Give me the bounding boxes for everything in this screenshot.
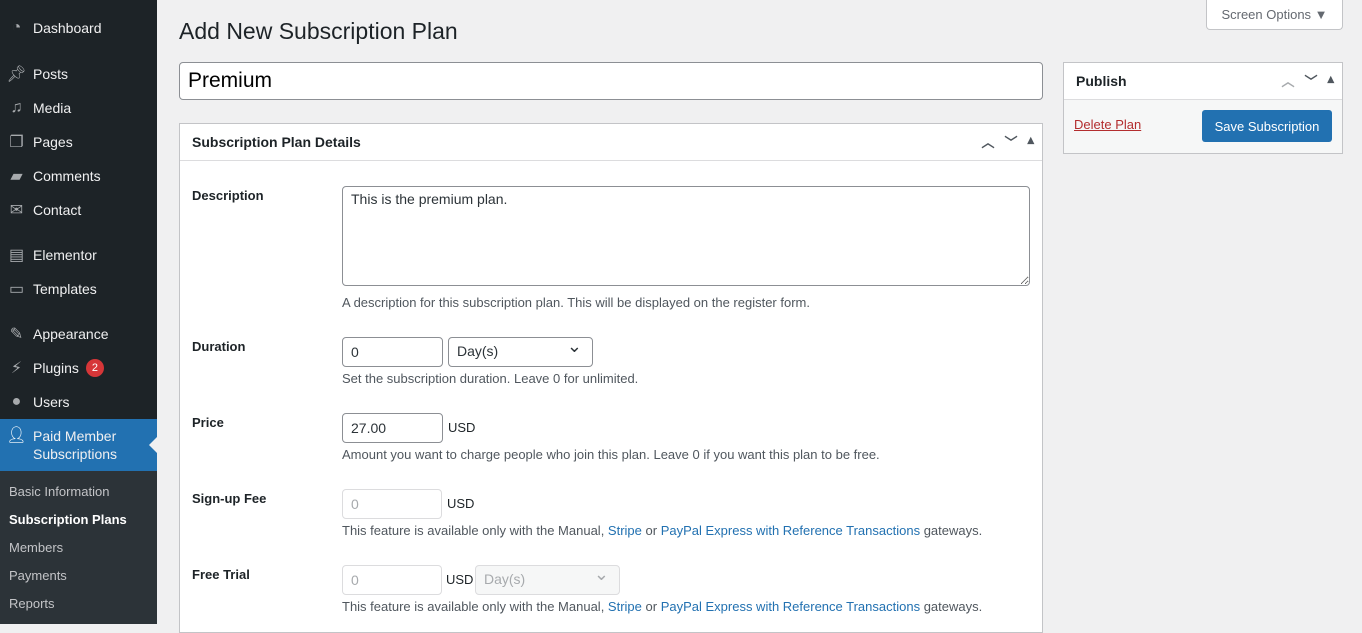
subscription-plan-details-box: Subscription Plan Details ︿ ﹀ ▴ Descriptio… (179, 123, 1043, 633)
publish-header: Publish ︿ ﹀ ▴ (1064, 63, 1342, 100)
user-icon: ● (11, 393, 22, 410)
menu-posts[interactable]: 📌︎ Posts (0, 57, 157, 91)
publish-box: Publish ︿ ﹀ ▴ Delete Plan Save Subscriptio… (1063, 62, 1343, 154)
menu-pages[interactable]: ❐ Pages (0, 125, 157, 159)
free-trial-help: This feature is available only with the … (342, 599, 983, 614)
dashboard-icon: ◔ (11, 19, 22, 36)
submenu-subscription-plans[interactable]: Subscription Plans (9, 512, 127, 527)
stripe-link[interactable]: Stripe (608, 599, 642, 614)
collapse-toggle-icon[interactable]: ▴ (1327, 71, 1334, 90)
pin-icon: 📌︎ (6, 66, 27, 83)
paypal-express-link[interactable]: PayPal Express with Reference Transactio… (661, 523, 920, 538)
collapse-toggle-icon[interactable]: ▴ (1027, 132, 1034, 151)
duration-help: Set the subscription duration. Leave 0 f… (342, 371, 639, 386)
menu-contact[interactable]: ✉ Contact (0, 193, 157, 227)
signup-fee-currency: USD (447, 496, 475, 511)
move-up-icon[interactable]: ︿ (1281, 71, 1294, 90)
duration-input[interactable] (342, 337, 443, 367)
update-count-badge: 2 (85, 359, 104, 377)
plan-title-input[interactable] (179, 62, 1043, 100)
pages-icon: ❐ (9, 134, 24, 151)
description-textarea[interactable]: This is the premium plan. (342, 186, 1030, 286)
signup-fee-label: Sign-up Fee (192, 491, 267, 506)
price-label: Price (192, 415, 224, 430)
mail-icon: ✉ (9, 202, 24, 219)
admin-sidebar: ◔ Dashboard 📌︎ Posts ♫ Media ❐ Pages ▰ Commen… (0, 0, 157, 624)
menu-appearance[interactable]: ✎ Appearance (0, 317, 157, 351)
free-trial-input[interactable] (342, 565, 442, 595)
menu-users[interactable]: ● Users (0, 385, 157, 419)
save-subscription-button[interactable]: Save Subscription (1202, 110, 1332, 142)
submenu: Basic Information Subscription Plans Mem… (0, 471, 157, 624)
page-title: Add New Subscription Plan (179, 18, 458, 44)
stripe-link[interactable]: Stripe (608, 523, 642, 538)
paypal-express-link[interactable]: PayPal Express with Reference Transactio… (661, 599, 920, 614)
submenu-basic-information[interactable]: Basic Information (9, 484, 109, 499)
submenu-reports[interactable]: Reports (9, 596, 55, 611)
current-menu-arrow (141, 437, 157, 453)
free-trial-unit-select[interactable]: Day(s) (475, 564, 620, 595)
screen-options-button[interactable]: Screen Options ▼ (1206, 0, 1343, 30)
folder-icon: ▭ (8, 281, 25, 298)
duration-unit-select[interactable]: Day(s) (448, 336, 593, 367)
submenu-payments[interactable]: Payments (9, 568, 67, 583)
box-header: Subscription Plan Details ︿ ﹀ ▴ (180, 124, 1042, 161)
comment-icon: ▰ (10, 168, 23, 185)
brush-icon: ✎ (9, 326, 24, 343)
media-icon: ♫ (10, 99, 23, 116)
price-help: Amount you want to charge people who joi… (342, 447, 880, 462)
free-trial-label: Free Trial (192, 567, 250, 582)
description-label: Description (192, 188, 264, 203)
elementor-icon: ▤ (8, 247, 25, 264)
plugin-icon: ⚡︎ (10, 360, 23, 377)
menu-paid-member-subscriptions[interactable]: 👤︎ Paid Member Subscriptions (0, 419, 157, 471)
move-down-icon[interactable]: ﹀ (1004, 132, 1017, 151)
menu-templates[interactable]: ▭ Templates (0, 272, 157, 306)
menu-dashboard[interactable]: ◔ Dashboard (0, 11, 157, 45)
move-up-icon[interactable]: ︿ (981, 132, 994, 151)
description-help: A description for this subscription plan… (342, 295, 810, 310)
menu-plugins[interactable]: ⚡︎ Plugins 2 (0, 351, 157, 385)
menu-media[interactable]: ♫ Media (0, 91, 157, 125)
submenu-members[interactable]: Members (9, 540, 63, 555)
menu-elementor[interactable]: ▤ Elementor (0, 238, 157, 272)
free-trial-currency: USD (446, 572, 474, 587)
move-down-icon[interactable]: ﹀ (1304, 71, 1317, 90)
duration-label: Duration (192, 339, 246, 354)
signup-fee-input[interactable] (342, 489, 442, 519)
member-dollar-icon: 👤︎ (6, 427, 27, 444)
price-currency: USD (448, 420, 476, 435)
price-input[interactable] (342, 413, 443, 443)
signup-fee-help: This feature is available only with the … (342, 523, 983, 538)
menu-comments[interactable]: ▰ Comments (0, 159, 157, 193)
delete-plan-link[interactable]: Delete Plan (1074, 117, 1141, 132)
